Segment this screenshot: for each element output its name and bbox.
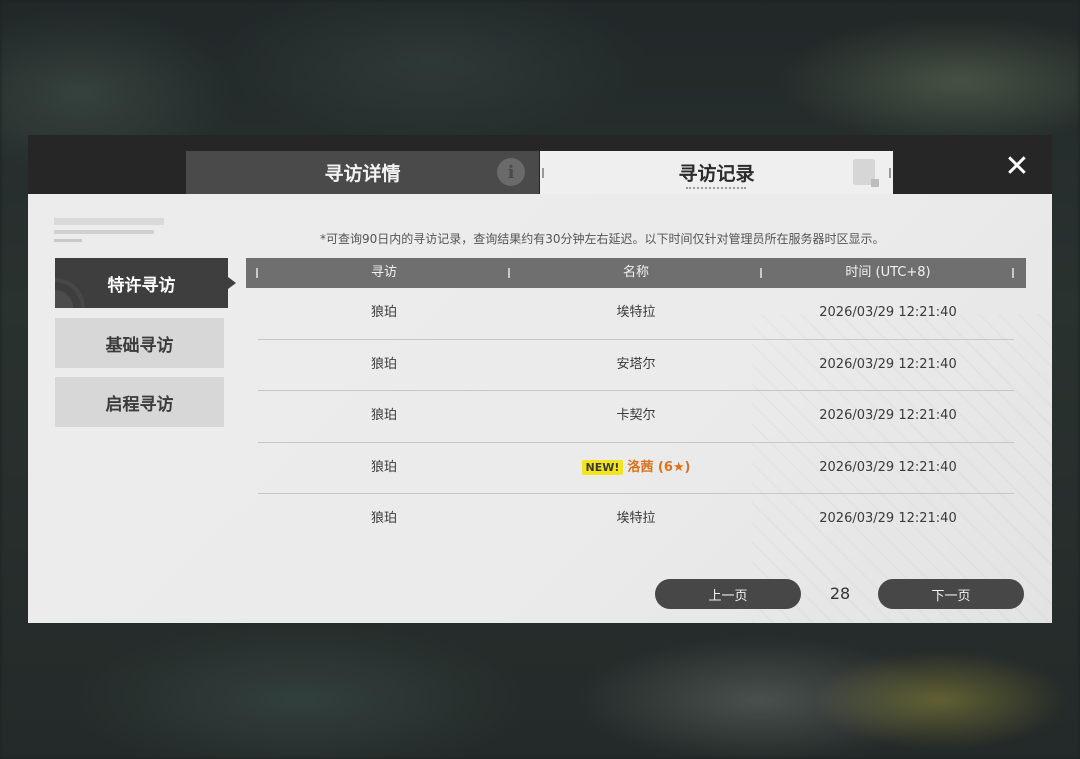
prev-page-button[interactable]: 上一页 <box>655 579 801 609</box>
pool-cell: 狼珀 <box>370 305 397 320</box>
table-row: 狼珀 卡契尔 2026/03/29 12:21:40 <box>258 391 1014 443</box>
modal-body: 特许寻访 基础寻访 启程寻访 *可查询90日内的寻访记录，查询结果约有30分钟左… <box>28 194 1052 623</box>
tab-underline <box>686 187 746 189</box>
time-cell: 2026/03/29 12:21:40 <box>819 459 957 475</box>
table-row: 狼珀 安塔尔 2026/03/29 12:21:40 <box>258 340 1014 392</box>
column-header: 寻访 <box>370 265 397 280</box>
table-header: 寻访 名称 时间 (UTC+8) <box>246 258 1026 288</box>
tab-separator <box>889 168 891 178</box>
tab-details[interactable]: 寻访详情 i <box>186 151 539 194</box>
info-icon: i <box>497 158 525 186</box>
tab-details-label: 寻访详情 <box>324 163 401 185</box>
sidebar-item-label: 启程寻访 <box>105 394 174 415</box>
tab-separator <box>542 168 544 178</box>
next-page-label: 下一页 <box>931 588 971 604</box>
new-badge: NEW! <box>581 460 624 476</box>
pool-cell: 狼珀 <box>370 356 397 372</box>
name-cell: 卡契尔 <box>616 408 656 424</box>
table-row: 狼珀 埃特拉 2026/03/29 12:21:40 <box>258 288 1014 340</box>
sidebar-item-start[interactable]: 启程寻访 <box>55 377 224 427</box>
document-icon <box>853 159 879 187</box>
modal-header: 寻访详情 i 寻访记录 ✕ <box>28 135 1052 194</box>
name-cell: 安塔尔 <box>616 356 656 372</box>
sidebar-item-basic[interactable]: 基础寻访 <box>55 318 224 368</box>
prev-page-label: 上一页 <box>708 588 748 604</box>
sidebar-item-label: 特许寻访 <box>107 275 176 296</box>
table-row: 狼珀 NEW! 洛茜 (6★) 2026/03/29 12:21:40 <box>258 443 1014 495</box>
time-cell: 2026/03/29 12:21:40 <box>819 408 957 424</box>
highlighted-name: 洛茜 (6★) <box>627 459 691 475</box>
time-cell: 2026/03/29 12:21:40 <box>819 356 957 372</box>
time-cell: 2026/03/29 12:21:40 <box>819 305 957 320</box>
header-separator <box>1012 268 1014 278</box>
column-header: 名称 <box>622 265 649 280</box>
pool-cell: 狼珀 <box>370 511 397 527</box>
close-icon[interactable]: ✕ <box>1003 152 1031 182</box>
tab-records-label: 寻访记录 <box>678 163 755 185</box>
pool-cell: 狼珀 <box>370 459 397 475</box>
page-number: 28 <box>829 584 851 603</box>
name-cell: NEW! 洛茜 (6★) <box>510 443 762 493</box>
notice-text: *可查询90日内的寻访记录，查询结果约有30分钟左右延迟。以下时间仅针对管理员所… <box>320 232 885 246</box>
tab-records[interactable]: 寻访记录 <box>540 151 893 194</box>
next-page-button[interactable]: 下一页 <box>878 579 1024 609</box>
background-overlay <box>0 0 1080 135</box>
time-cell: 2026/03/29 12:21:40 <box>819 511 957 527</box>
table-row: 狼珀 埃特拉 2026/03/29 12:21:40 <box>258 494 1014 546</box>
records-modal: 寻访详情 i 寻访记录 ✕ 特许寻访 基础寻访 启程寻访 *可查询90日内的寻访… <box>28 135 1052 623</box>
table-body: 狼珀 埃特拉 2026/03/29 12:21:40 狼珀 安塔尔 2026/0… <box>258 288 1014 546</box>
sidebar-header-placeholder <box>54 218 164 246</box>
column-header: 时间 (UTC+8) <box>845 265 931 280</box>
sidebar-item-special[interactable]: 特许寻访 <box>55 258 236 308</box>
pool-cell: 狼珀 <box>370 408 397 424</box>
name-cell: 埃特拉 <box>616 305 656 320</box>
sidebar-item-label: 基础寻访 <box>105 335 174 356</box>
name-cell: 埃特拉 <box>616 511 656 527</box>
